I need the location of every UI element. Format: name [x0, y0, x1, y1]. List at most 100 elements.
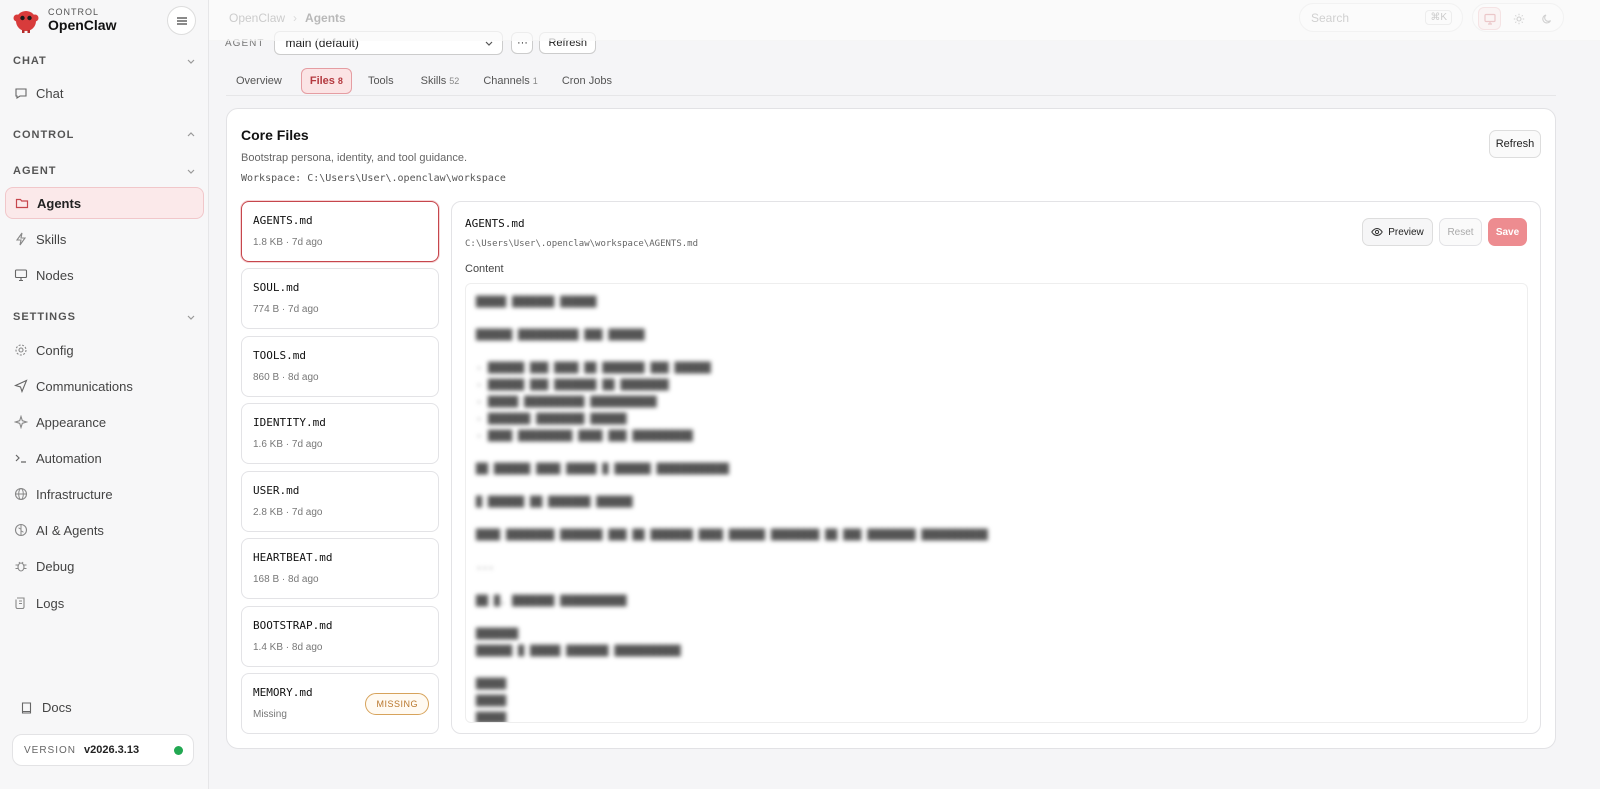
blurred-line: ███████: [476, 629, 519, 640]
brand-name: OpenClaw: [48, 17, 117, 33]
version-label: VERSION: [24, 744, 77, 756]
gear-icon: [15, 344, 27, 356]
workspace-path: Workspace: C:\Users\User\.openclaw\works…: [241, 173, 506, 184]
sidebar: CONTROL OpenClaw CHAT Chat CONTROL AGENT…: [0, 0, 209, 789]
theme-system-button[interactable]: [1478, 7, 1501, 30]
theme-switcher: [1472, 3, 1564, 32]
blurred-line: █████: [476, 713, 507, 723]
tab-tools[interactable]: Tools: [360, 68, 405, 94]
sidebar-item-debug[interactable]: Debug: [5, 550, 204, 582]
save-button[interactable]: Save: [1488, 218, 1527, 246]
agent-refresh-button[interactable]: Refresh: [539, 32, 596, 54]
sidebar-item-automation[interactable]: Automation: [5, 442, 204, 474]
refresh-button[interactable]: Refresh: [1489, 130, 1541, 158]
agent-tabs: Overview Files 8 Tools Skills 52 Channels 1…: [228, 68, 631, 94]
sidebar-item-communications[interactable]: Communications: [5, 370, 204, 402]
file-item-tools[interactable]: TOOLS.md 860 B · 8d ago: [241, 336, 439, 397]
blurred-line: ██ ██████ ████ █████ █ ██████ ██████████…: [476, 464, 729, 475]
brain-icon: [14, 523, 28, 537]
search-shortcut: ⌘K: [1425, 10, 1452, 25]
globe-icon: [14, 487, 28, 501]
agent-more-button[interactable]: ···: [511, 32, 534, 54]
file-item-identity[interactable]: IDENTITY.md 1.6 KB · 7d ago: [241, 403, 439, 464]
agent-select[interactable]: main (default): [274, 31, 504, 55]
preview-button[interactable]: Preview: [1362, 218, 1433, 246]
menu-icon: [176, 16, 187, 25]
agent-label: AGENT: [225, 37, 265, 49]
chat-bubble-icon: [15, 88, 27, 100]
section-chat[interactable]: CHAT: [13, 55, 196, 67]
monitor-icon: [14, 269, 28, 282]
sun-icon: [1513, 13, 1524, 24]
blurred-line: - ██████ ███ ████ ██ ███████ ███ ██████: [476, 363, 711, 374]
blurred-line: █████: [476, 696, 507, 707]
blurred-line: █ ██████ ██ ███████ ██████: [476, 497, 633, 508]
file-item-agents[interactable]: AGENTS.md 1.8 KB · 7d ago: [241, 201, 439, 262]
blurred-line: ██████ ██████████ ███ ██████: [476, 330, 645, 341]
theme-dark-button[interactable]: [1535, 7, 1558, 30]
tab-cron-jobs[interactable]: Cron Jobs: [554, 68, 623, 94]
tab-channels[interactable]: Channels 1: [475, 68, 546, 94]
section-agent[interactable]: AGENT: [13, 165, 196, 177]
missing-badge: MISSING: [365, 693, 429, 715]
file-item-soul[interactable]: SOUL.md 774 B · 7d ago: [241, 268, 439, 329]
core-files-description: Bootstrap persona, identity, and tool gu…: [241, 152, 468, 164]
core-files-title: Core Files: [241, 127, 309, 143]
tab-skills[interactable]: Skills 52: [413, 68, 468, 94]
blurred-line: - ██████ ███ ███████ ██ ████████: [476, 380, 669, 391]
core-files-card: Core Files Bootstrap persona, identity, …: [226, 108, 1556, 749]
sparkle-icon: [14, 415, 28, 429]
blurred-line: ████ ████████ ███████ ███ ██ ███████ ███…: [476, 530, 988, 541]
sidebar-item-agents[interactable]: Agents: [5, 187, 204, 219]
chevron-down-icon: [187, 59, 195, 64]
sidebar-item-ai-agents[interactable]: AI & Agents: [5, 514, 204, 546]
content-label: Content: [465, 263, 504, 275]
version-indicator: VERSION v2026.3.13: [12, 734, 194, 766]
editor-file-path: C:\Users\User\.openclaw\workspace\AGENTS…: [465, 239, 698, 249]
breadcrumb-separator: ›: [293, 11, 298, 25]
blurred-line: ██ █. ███████ ███████████: [476, 596, 627, 607]
file-item-bootstrap[interactable]: BOOTSTRAP.md 1.4 KB · 8d ago: [241, 606, 439, 667]
chevron-down-icon: [187, 169, 195, 174]
sidebar-item-nodes[interactable]: Nodes: [5, 259, 204, 291]
brand-subtitle: CONTROL: [48, 7, 100, 17]
section-control[interactable]: CONTROL: [13, 129, 196, 141]
chevron-down-icon: [486, 41, 493, 46]
sidebar-toggle-button[interactable]: [167, 6, 196, 35]
blurred-line: ██████ █ █████ ███████ ███████████: [476, 646, 681, 657]
folder-icon: [15, 198, 29, 209]
sidebar-item-chat[interactable]: Chat: [5, 77, 204, 109]
chevron-down-icon: [187, 315, 195, 320]
sidebar-item-skills[interactable]: Skills: [5, 223, 204, 255]
sidebar-item-appearance[interactable]: Appearance: [5, 406, 204, 438]
file-item-memory[interactable]: MEMORY.md Missing MISSING: [241, 673, 439, 734]
lightning-icon: [15, 232, 27, 246]
status-dot-icon: [174, 746, 183, 755]
blurred-line: - ███████ ████████ ██████: [476, 414, 627, 425]
bug-icon: [15, 561, 27, 572]
tab-files[interactable]: Files 8: [300, 68, 352, 94]
tab-overview[interactable]: Overview: [228, 68, 293, 94]
file-item-user[interactable]: USER.md 2.8 KB · 7d ago: [241, 471, 439, 532]
openclaw-logo-icon: [12, 6, 40, 34]
blurred-line: █████ ███████ ██████: [476, 297, 597, 308]
content-textarea[interactable]: █████ ███████ ██████ ██████ ██████████ █…: [465, 283, 1528, 723]
brand[interactable]: CONTROL OpenClaw: [12, 6, 116, 34]
send-icon: [14, 379, 28, 393]
agent-selector-row: AGENT main (default) ··· Refresh: [225, 31, 596, 55]
docs-link[interactable]: Docs: [20, 700, 72, 715]
section-settings[interactable]: SETTINGS: [13, 311, 196, 323]
blurred-line: ---: [476, 563, 495, 574]
eye-icon: [1371, 227, 1383, 237]
sidebar-item-logs[interactable]: Logs: [5, 587, 204, 619]
reset-button[interactable]: Reset: [1439, 218, 1482, 246]
theme-light-button[interactable]: [1507, 7, 1530, 30]
breadcrumb-root[interactable]: OpenClaw: [229, 11, 285, 25]
file-item-heartbeat[interactable]: HEARTBEAT.md 168 B · 8d ago: [241, 538, 439, 599]
chevron-up-icon: [187, 132, 195, 137]
search-input[interactable]: Search ⌘K: [1299, 3, 1463, 32]
sidebar-item-config[interactable]: Config: [5, 334, 204, 366]
file-editor: AGENTS.md C:\Users\User\.openclaw\worksp…: [451, 201, 1541, 734]
blurred-line: █████: [476, 679, 507, 690]
sidebar-item-infrastructure[interactable]: Infrastructure: [5, 478, 204, 510]
